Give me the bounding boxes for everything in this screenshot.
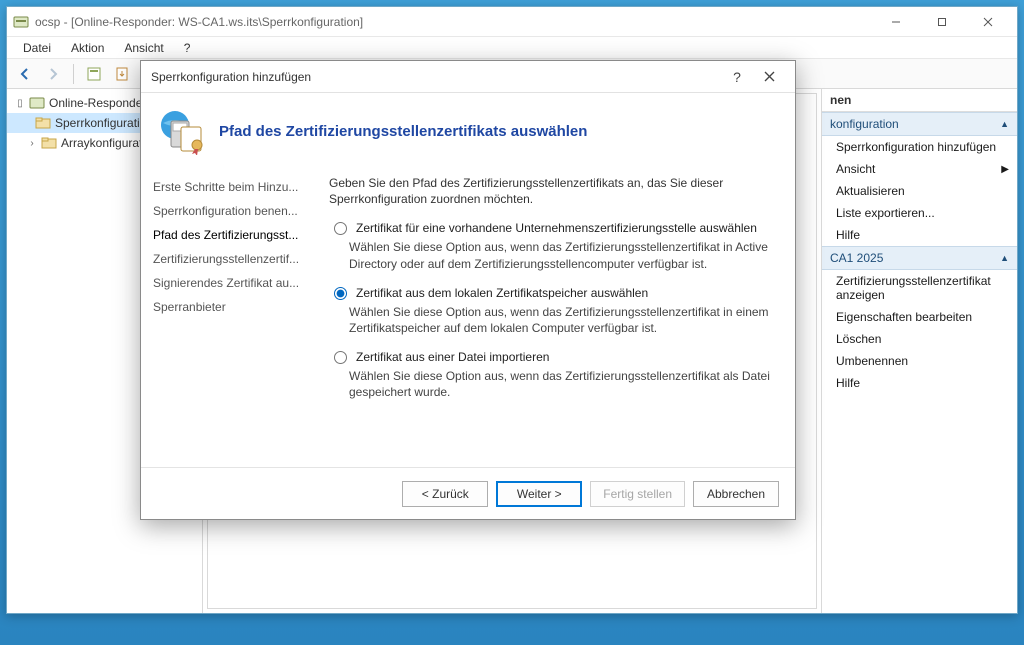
action-rename[interactable]: Umbenennen	[822, 350, 1017, 372]
step-name-config[interactable]: Sperrkonfiguration benen...	[153, 199, 309, 223]
option-import-file: Zertifikat aus einer Datei importieren W…	[329, 350, 771, 400]
dialog-close-button[interactable]	[753, 63, 785, 91]
action-refresh[interactable]: Aktualisieren	[822, 180, 1017, 202]
option-label[interactable]: Zertifikat aus einer Datei importieren	[356, 350, 549, 364]
wizard-dialog: Sperrkonfiguration hinzufügen ? Pfad des…	[140, 60, 796, 520]
action-view[interactable]: Ansicht ▶	[822, 158, 1017, 180]
collapse-icon: ▲	[1000, 253, 1009, 263]
menu-view[interactable]: Ansicht	[114, 39, 173, 57]
option-label[interactable]: Zertifikat aus dem lokalen Zertifikatspe…	[356, 286, 648, 300]
action-help[interactable]: Hilfe	[822, 224, 1017, 246]
folder-icon	[35, 115, 51, 131]
wizard-step-body: Geben Sie den Pfad des Zertifizierungsst…	[321, 165, 795, 467]
option-enterprise-ca: Zertifikat für eine vorhandene Unternehm…	[329, 221, 771, 271]
step-intro-text: Geben Sie den Pfad des Zertifizierungsst…	[329, 175, 771, 207]
option-description: Wählen Sie diese Option aus, wenn das Ze…	[349, 239, 771, 271]
actions-section-label: konfiguration	[830, 117, 899, 131]
toolbar-properties-icon[interactable]	[82, 62, 106, 86]
dialog-header: Pfad des Zertifizierungsstellenzertifika…	[141, 93, 795, 159]
action-show-ca-cert[interactable]: Zertifizierungsstellenzertifikat anzeige…	[822, 270, 1017, 306]
dialog-body: Pfad des Zertifizierungsstellenzertifika…	[141, 93, 795, 519]
step-signing-cert[interactable]: Signierendes Zertifikat au...	[153, 271, 309, 295]
actions-header: nen	[822, 89, 1017, 112]
nav-forward-button[interactable]	[41, 62, 65, 86]
menu-help[interactable]: ?	[174, 39, 201, 57]
dialog-heading: Pfad des Zertifizierungsstellenzertifika…	[219, 123, 587, 140]
menu-file[interactable]: Datei	[13, 39, 61, 57]
radio-import-file[interactable]	[334, 351, 347, 364]
menu-action[interactable]: Aktion	[61, 39, 114, 57]
wizard-steps: Erste Schritte beim Hinzu... Sperrkonfig…	[141, 165, 321, 467]
minimize-button[interactable]	[873, 8, 919, 36]
cancel-button[interactable]: Abbrechen	[693, 481, 779, 507]
next-button[interactable]: Weiter >	[496, 481, 582, 507]
dialog-title: Sperrkonfiguration hinzufügen	[151, 70, 311, 84]
radio-enterprise-ca[interactable]	[334, 222, 347, 235]
back-button[interactable]: < Zurück	[402, 481, 488, 507]
step-revocation-provider[interactable]: Sperranbieter	[153, 295, 309, 319]
expand-icon[interactable]: ›	[27, 138, 37, 149]
dialog-titlebar: Sperrkonfiguration hinzufügen ?	[141, 61, 795, 93]
action-edit-properties[interactable]: Eigenschaften bearbeiten	[822, 306, 1017, 328]
finish-button: Fertig stellen	[590, 481, 685, 507]
option-description: Wählen Sie diese Option aus, wenn das Ze…	[349, 304, 771, 336]
actions-section-konfiguration[interactable]: konfiguration ▲	[822, 112, 1017, 136]
option-local-store: Zertifikat aus dem lokalen Zertifikatspe…	[329, 286, 771, 336]
responder-icon	[29, 95, 45, 111]
step-ca-cert[interactable]: Zertifizierungsstellenzertif...	[153, 247, 309, 271]
expand-icon[interactable]: ▯	[15, 98, 25, 109]
window-controls	[873, 8, 1011, 36]
actions-header-label: nen	[830, 93, 851, 107]
collapse-icon: ▲	[1000, 119, 1009, 129]
step-first-steps[interactable]: Erste Schritte beim Hinzu...	[153, 175, 309, 199]
option-label[interactable]: Zertifikat für eine vorhandene Unternehm…	[356, 221, 757, 235]
taskbar-slice	[0, 615, 1024, 645]
maximize-button[interactable]	[919, 8, 965, 36]
action-delete[interactable]: Löschen	[822, 328, 1017, 350]
toolbar-export-icon[interactable]	[110, 62, 134, 86]
chevron-right-icon: ▶	[1001, 164, 1009, 175]
app-icon	[13, 14, 29, 30]
folder-icon	[41, 135, 57, 151]
window-title: ocsp - [Online-Responder: WS-CA1.ws.its\…	[35, 15, 363, 29]
action-view-label: Ansicht	[836, 162, 875, 176]
tree-node-label: Sperrkonfiguration	[55, 116, 153, 130]
actions-pane: nen konfiguration ▲ Sperrkonfiguration h…	[821, 89, 1017, 613]
actions-section-ca[interactable]: CA1 2025 ▲	[822, 246, 1017, 270]
option-description: Wählen Sie diese Option aus, wenn das Ze…	[349, 368, 771, 400]
step-cert-path[interactable]: Pfad des Zertifizierungsst...	[153, 223, 309, 247]
dialog-help-button[interactable]: ?	[721, 63, 753, 91]
close-button[interactable]	[965, 8, 1011, 36]
toolbar-separator	[73, 64, 74, 84]
certificate-server-icon	[157, 107, 205, 155]
titlebar: ocsp - [Online-Responder: WS-CA1.ws.its\…	[7, 7, 1017, 37]
radio-local-store[interactable]	[334, 287, 347, 300]
action-add-sperrkonfiguration[interactable]: Sperrkonfiguration hinzufügen	[822, 136, 1017, 158]
menubar: Datei Aktion Ansicht ?	[7, 37, 1017, 59]
action-export-list[interactable]: Liste exportieren...	[822, 202, 1017, 224]
actions-section-label: CA1 2025	[830, 251, 883, 265]
nav-back-button[interactable]	[13, 62, 37, 86]
dialog-content: Erste Schritte beim Hinzu... Sperrkonfig…	[141, 159, 795, 467]
dialog-buttons: < Zurück Weiter > Fertig stellen Abbrech…	[141, 467, 795, 519]
action-help[interactable]: Hilfe	[822, 372, 1017, 394]
